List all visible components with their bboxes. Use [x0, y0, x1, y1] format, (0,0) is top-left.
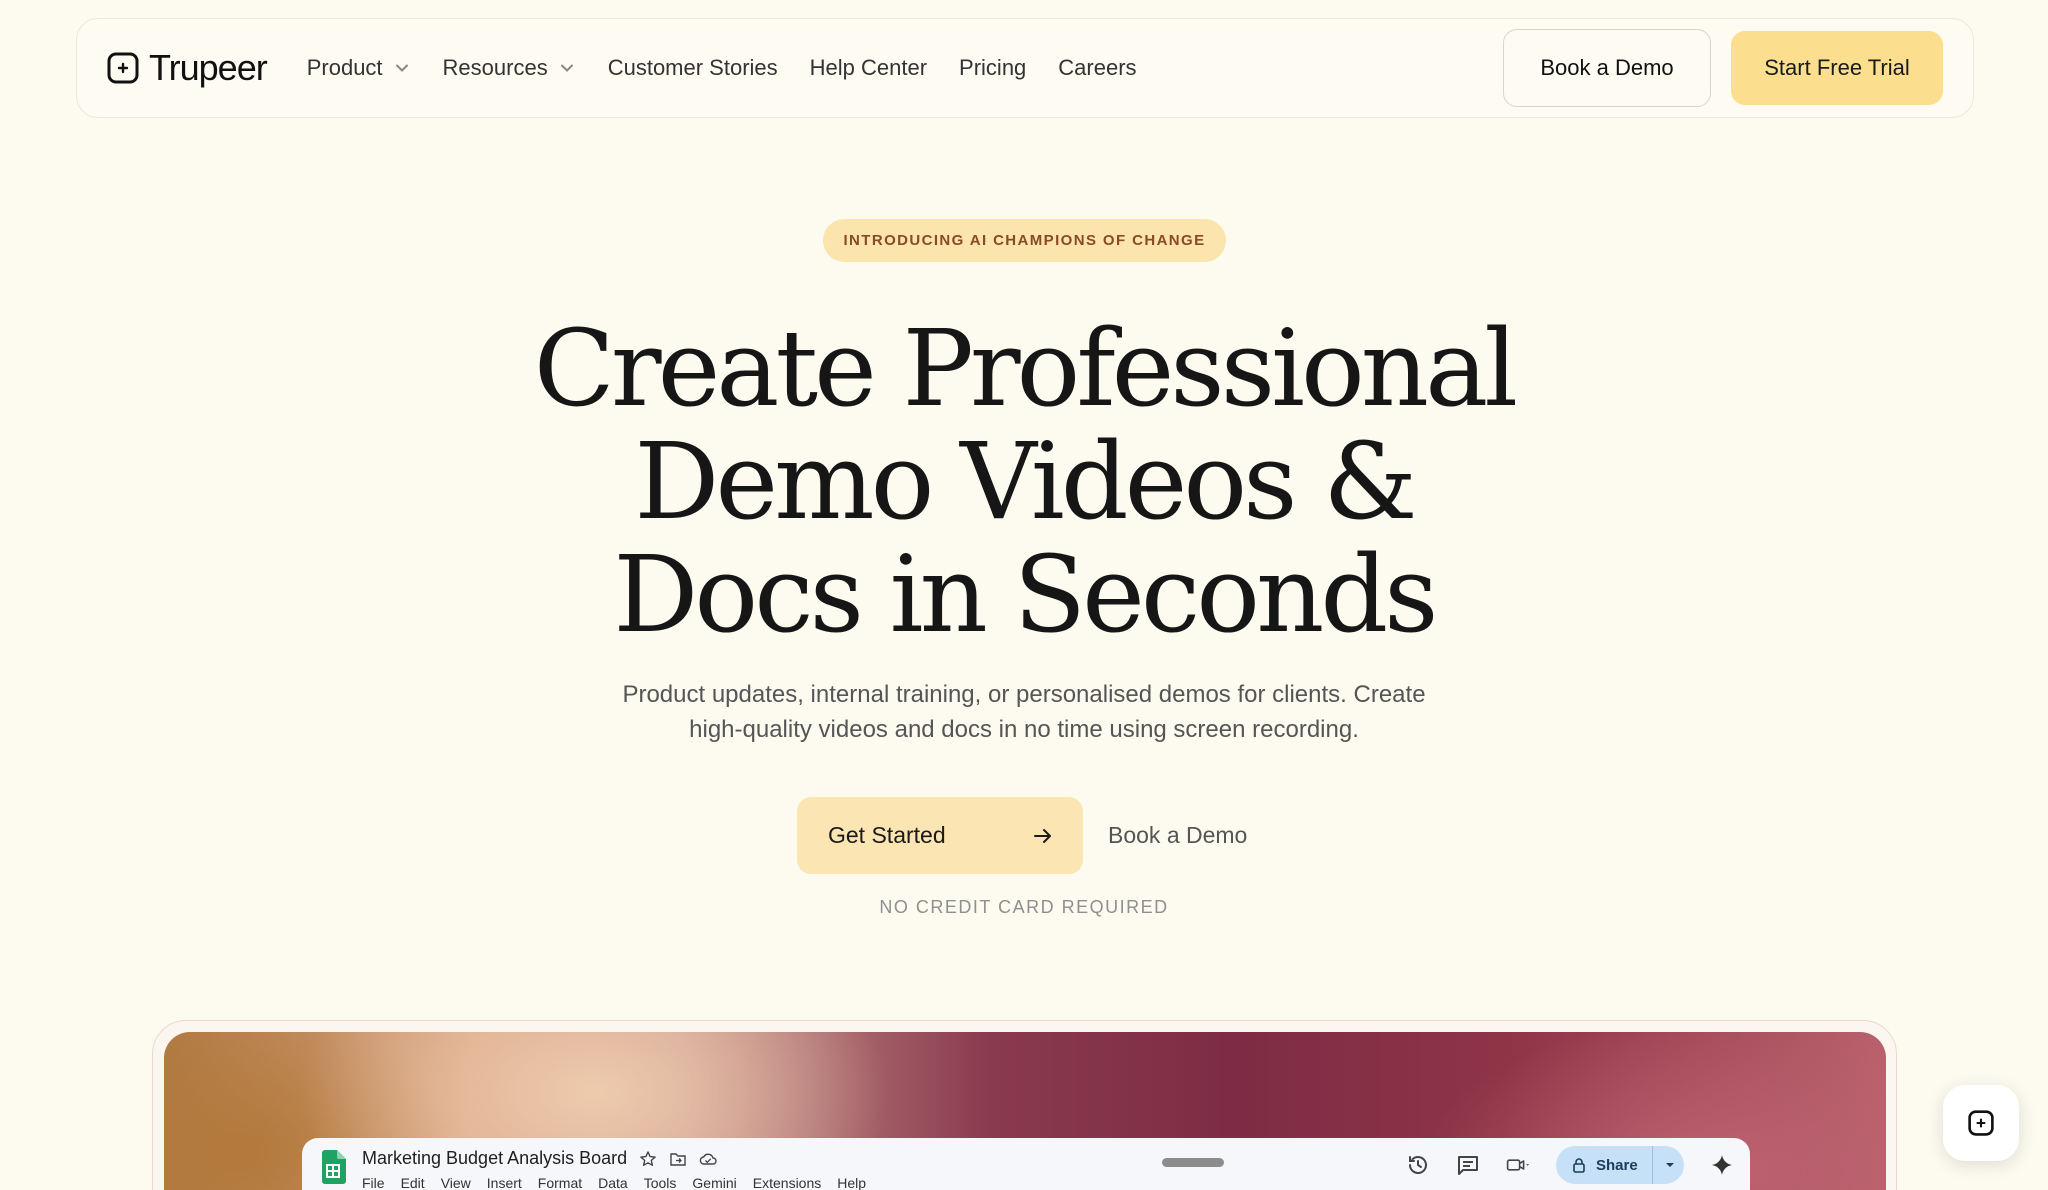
cloud-status-icon[interactable]	[699, 1150, 717, 1168]
sheet-menu-bar: File Edit View Insert Format Data Tools …	[362, 1175, 866, 1190]
menu-view[interactable]: View	[441, 1175, 471, 1190]
menu-data[interactable]: Data	[598, 1175, 628, 1190]
hero-cta-row: Get Started Book a Demo	[797, 797, 1247, 874]
nav-item-label: Resources	[442, 55, 548, 80]
spreadsheet-toolbar: Marketing Budget Analysis Board File Edi…	[302, 1138, 1750, 1190]
sheets-logo-icon	[322, 1150, 346, 1184]
get-started-button[interactable]: Get Started	[797, 797, 1083, 874]
book-demo-button[interactable]: Book a Demo	[1503, 29, 1711, 107]
star-icon[interactable]	[639, 1150, 657, 1168]
history-icon[interactable]	[1406, 1153, 1430, 1177]
book-demo-link[interactable]: Book a Demo	[1108, 822, 1247, 849]
sheet-title[interactable]: Marketing Budget Analysis Board	[362, 1148, 627, 1169]
menu-tools[interactable]: Tools	[644, 1175, 677, 1190]
chevron-down-icon[interactable]	[1661, 1156, 1679, 1174]
share-button[interactable]: Share	[1556, 1146, 1684, 1184]
nav-item-label: Customer Stories	[607, 55, 778, 80]
nav-item-label: Help Center	[809, 55, 928, 80]
brand-name: Trupeer	[149, 47, 268, 88]
nav-item-product[interactable]: Product	[307, 55, 411, 81]
menu-help[interactable]: Help	[837, 1175, 866, 1190]
gemini-sparkle-icon[interactable]	[1710, 1153, 1734, 1177]
share-divider	[1651, 1146, 1653, 1184]
get-started-label: Get Started	[828, 822, 946, 848]
brand-logo[interactable]: Trupeer	[107, 47, 268, 89]
chevron-down-icon	[395, 64, 408, 72]
nav-item-label: Careers	[1058, 55, 1137, 80]
sheet-actions: Share	[1406, 1146, 1734, 1184]
meet-icon[interactable]	[1506, 1153, 1530, 1177]
floating-help-button[interactable]	[1943, 1085, 2019, 1161]
nav-item-customer-stories[interactable]: Customer Stories	[608, 55, 778, 81]
top-navbar: Trupeer Product Resources Customer Stori…	[76, 18, 1974, 118]
start-free-trial-button[interactable]: Start Free Trial	[1731, 31, 1943, 105]
subtitle-line: Product updates, internal training, or p…	[622, 681, 1426, 708]
subtitle-line: high-quality videos and docs in no time …	[689, 716, 1359, 743]
chevron-down-icon	[560, 64, 573, 72]
arrow-right-icon	[1034, 828, 1051, 843]
hero-subtitle: Product updates, internal training, or p…	[0, 677, 2048, 747]
nav-actions: Book a Demo Start Free Trial	[1503, 29, 1943, 107]
no-credit-card-note: NO CREDIT CARD REQUIRED	[879, 897, 1169, 917]
headline-line: Create Professional	[533, 307, 1518, 430]
announcement-badge[interactable]: INTRODUCING AI CHAMPIONS OF CHANGE	[823, 219, 1226, 262]
nav-links: Product Resources Customer Stories Help …	[307, 55, 1137, 81]
menu-insert[interactable]: Insert	[487, 1175, 522, 1190]
headline-line: Demo Videos &	[634, 420, 1417, 543]
lock-icon	[1573, 1158, 1585, 1173]
nav-item-label: Product	[306, 55, 383, 80]
hero-headline: Create Professional Demo Videos & Docs i…	[0, 312, 2048, 651]
menu-file[interactable]: File	[362, 1175, 385, 1190]
trupeer-logo-icon	[1968, 1110, 1994, 1136]
nav-item-resources[interactable]: Resources	[443, 55, 576, 81]
move-folder-icon[interactable]	[669, 1150, 687, 1168]
share-label: Share	[1596, 1156, 1638, 1174]
sheet-title-block: Marketing Budget Analysis Board File Edi…	[362, 1148, 866, 1190]
headline-line: Docs in Seconds	[613, 533, 1438, 656]
sheet-title-row: Marketing Budget Analysis Board	[362, 1148, 866, 1169]
nav-item-careers[interactable]: Careers	[1058, 55, 1136, 81]
menu-gemini[interactable]: Gemini	[692, 1175, 736, 1190]
trupeer-logo-icon	[107, 52, 139, 84]
menu-extensions[interactable]: Extensions	[753, 1175, 821, 1190]
nav-item-pricing[interactable]: Pricing	[959, 55, 1026, 81]
nav-item-help-center[interactable]: Help Center	[810, 55, 927, 81]
drag-handle[interactable]	[1162, 1158, 1224, 1167]
menu-format[interactable]: Format	[538, 1175, 582, 1190]
comments-icon[interactable]	[1456, 1153, 1480, 1177]
menu-edit[interactable]: Edit	[401, 1175, 425, 1190]
nav-item-label: Pricing	[959, 55, 1027, 80]
